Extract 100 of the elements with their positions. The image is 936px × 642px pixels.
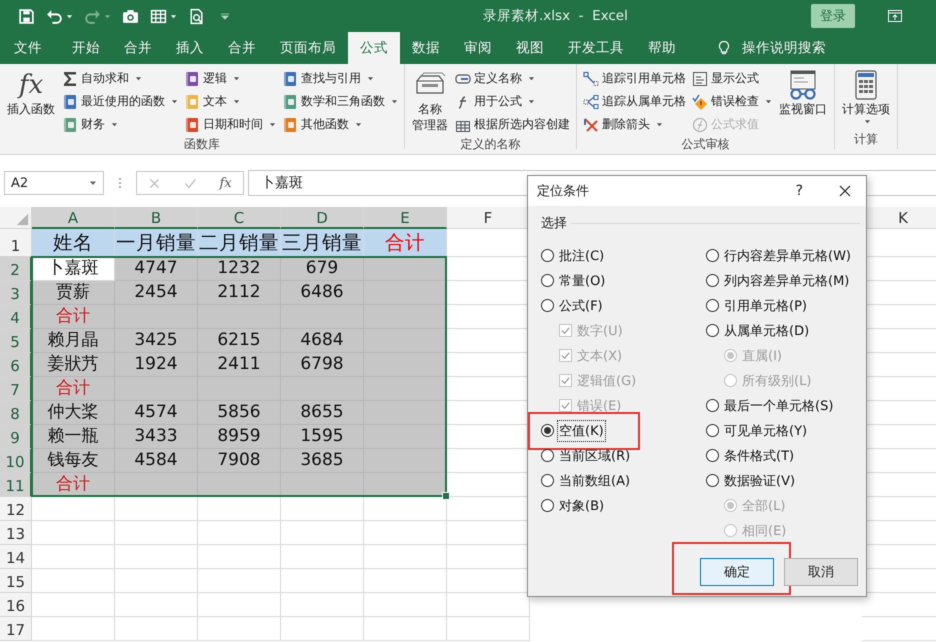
option-label[interactable]: 行内容差异单元格(W)	[723, 246, 852, 266]
option-label[interactable]: 公式(F)	[558, 296, 604, 316]
ribbon-tab[interactable]: 文件	[2, 32, 54, 64]
row-header[interactable]: 3	[0, 281, 32, 305]
ribbon-button[interactable]: 最近使用的函数	[62, 90, 178, 113]
table-icon[interactable]	[150, 8, 167, 24]
customize-icon[interactable]	[220, 11, 230, 21]
radio-button[interactable]	[541, 499, 554, 512]
dialog-button[interactable]: 确定	[700, 558, 774, 586]
option-label[interactable]: 空值(K)	[558, 420, 605, 440]
ribbon-display-icon[interactable]	[887, 8, 903, 24]
radio-button[interactable]	[541, 474, 554, 487]
row-header[interactable]: 12	[0, 497, 32, 521]
ribbon-tab[interactable]: 开发工具	[556, 32, 636, 64]
print-preview-icon[interactable]	[188, 8, 205, 24]
dialog-button[interactable]: 取消	[784, 558, 858, 586]
radio-button[interactable]	[706, 399, 719, 412]
row-header[interactable]: 4	[0, 305, 32, 329]
name-box[interactable]: A2	[4, 171, 104, 195]
row-header[interactable]: 10	[0, 449, 32, 473]
ribbon-button[interactable]: 计算选项	[841, 67, 891, 131]
ribbon-button[interactable]: 错误检查	[692, 90, 772, 113]
radio-button[interactable]	[706, 474, 719, 487]
row-header[interactable]: 11	[0, 473, 32, 497]
radio-button[interactable]	[541, 299, 554, 312]
row-header[interactable]: 5	[0, 329, 32, 353]
ribbon-button[interactable]: 监视窗口	[778, 67, 828, 136]
ribbon-button[interactable]: 自动求和	[62, 67, 178, 90]
ribbon-tab[interactable]: 视图	[504, 32, 556, 64]
radio-button[interactable]	[541, 449, 554, 462]
option-label[interactable]: 可见单元格(Y)	[723, 420, 808, 440]
radio-button[interactable]	[706, 274, 719, 287]
close-icon[interactable]	[839, 185, 851, 197]
option-label[interactable]: 最后一个单元格(S)	[723, 396, 834, 416]
radio-button[interactable]	[541, 249, 554, 262]
column-header[interactable]: C	[198, 207, 281, 229]
ribbon-button[interactable]: 数学和三角函数	[282, 90, 398, 113]
option-label[interactable]: 从属单元格(D)	[723, 320, 810, 340]
ribbon-tab[interactable]: 公式	[348, 32, 400, 64]
lightbulb-icon[interactable]	[716, 40, 732, 56]
ribbon-tab[interactable]: 帮助	[636, 32, 688, 64]
row-header[interactable]: 9	[0, 425, 32, 449]
row-header[interactable]: 16	[0, 593, 32, 617]
fill-handle[interactable]	[442, 492, 450, 500]
ribbon-tab[interactable]: 插入	[164, 32, 216, 64]
ribbon-tab[interactable]: 数据	[400, 32, 452, 64]
column-header[interactable]: D	[281, 207, 364, 229]
row-header[interactable]: 8	[0, 401, 32, 425]
ribbon-button[interactable]: 文本	[184, 90, 276, 113]
option-label[interactable]: 对象(B)	[558, 496, 606, 516]
ribbon-button[interactable]: 定义名称	[455, 67, 570, 90]
option-label[interactable]: 引用单元格(P)	[723, 296, 808, 316]
ribbon-tab[interactable]: 页面布局	[268, 32, 348, 64]
radio-button[interactable]	[706, 299, 719, 312]
insert-function-button[interactable]: fx	[220, 176, 232, 190]
row-header[interactable]: 14	[0, 545, 32, 569]
option-label[interactable]: 当前数组(A)	[558, 470, 632, 490]
row-header[interactable]: 7	[0, 377, 32, 401]
option-label[interactable]: 常量(O)	[558, 270, 606, 290]
ribbon-button[interactable]: 用于公式	[455, 90, 570, 113]
row-header[interactable]: 1	[0, 229, 32, 257]
radio-button[interactable]	[541, 424, 554, 437]
help-button[interactable]: ?	[796, 183, 803, 199]
radio-button[interactable]	[706, 324, 719, 337]
row-header[interactable]: 15	[0, 569, 32, 593]
drag-handle[interactable]	[118, 176, 122, 190]
ribbon-button[interactable]: 日期和时间	[184, 113, 276, 136]
column-header[interactable]: B	[115, 207, 198, 229]
radio-button[interactable]	[541, 274, 554, 287]
ribbon-button[interactable]: 追踪引用单元格	[583, 67, 686, 90]
ribbon-button[interactable]: 根据所选内容创建	[455, 113, 570, 136]
ribbon-tab[interactable]: 合并	[216, 32, 268, 64]
radio-button[interactable]	[706, 249, 719, 262]
ribbon-button[interactable]: 追踪从属单元格	[583, 90, 686, 113]
save-icon[interactable]	[18, 8, 35, 24]
column-header[interactable]: F	[447, 207, 530, 229]
sign-in-button[interactable]: 登录	[811, 4, 855, 28]
ribbon-button[interactable]: 逻辑	[184, 67, 276, 90]
option-label[interactable]: 批注(C)	[558, 246, 606, 266]
ribbon-button[interactable]: fx 插入函数	[6, 67, 56, 136]
undo-icon[interactable]	[46, 8, 63, 24]
caret-icon[interactable]	[66, 12, 73, 20]
ribbon-button[interactable]: 显示公式	[692, 67, 772, 90]
ribbon-tab[interactable]: 审阅	[452, 32, 504, 64]
radio-button[interactable]	[706, 424, 719, 437]
row-header[interactable]: 6	[0, 353, 32, 377]
ribbon-button[interactable]: 名称 管理器	[411, 67, 449, 136]
camera-icon[interactable]	[122, 8, 139, 24]
row-header[interactable]: 2	[0, 257, 32, 281]
ribbon-button[interactable]: 查找与引用	[282, 67, 398, 90]
ribbon-tab[interactable]: 开始	[60, 32, 112, 64]
option-label[interactable]: 列内容差异单元格(M)	[723, 270, 850, 290]
radio-button[interactable]	[706, 449, 719, 462]
row-header[interactable]: 17	[0, 617, 32, 641]
ribbon-button[interactable]: 其他函数	[282, 113, 398, 136]
option-label[interactable]: 数据验证(V)	[723, 470, 796, 490]
option-label[interactable]: 当前区域(R)	[558, 446, 632, 466]
caret-icon[interactable]	[170, 12, 177, 20]
ribbon-tab[interactable]: 合并	[112, 32, 164, 64]
option-label[interactable]: 条件格式(T)	[723, 446, 796, 466]
